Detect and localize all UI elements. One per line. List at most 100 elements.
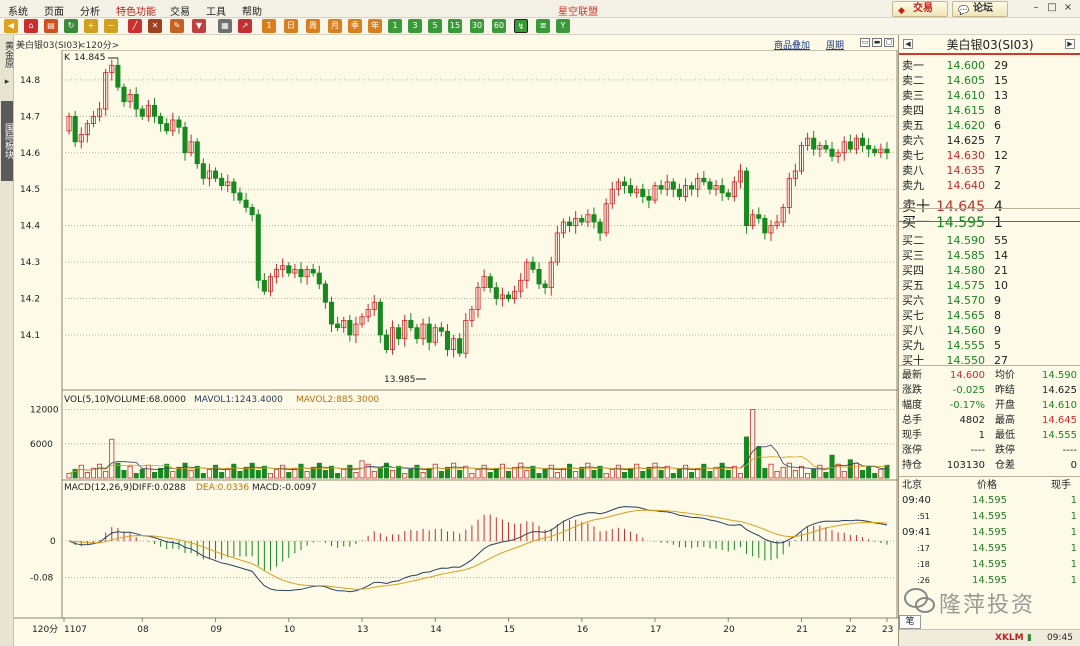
book-label: 买六 bbox=[902, 294, 924, 307]
book-label: 买一 bbox=[902, 215, 930, 231]
macd-legend: MACD(12,26,9) bbox=[64, 483, 132, 493]
book-volume: 12 bbox=[994, 149, 1008, 162]
candle-body bbox=[444, 330, 451, 350]
book-row: 买七 14.565 8 bbox=[899, 308, 1080, 323]
y-tick-label: 14.6 bbox=[20, 149, 40, 159]
candle-body bbox=[121, 86, 127, 103]
candle-body bbox=[530, 261, 536, 270]
volume-bar bbox=[847, 459, 853, 479]
draw-line-icon[interactable]: ╱ bbox=[128, 19, 142, 33]
period-5min-icon[interactable]: 5 bbox=[428, 19, 442, 33]
volume-bar bbox=[634, 463, 640, 479]
delete-icon[interactable]: ✕ bbox=[148, 19, 162, 33]
menu-features[interactable]: 特色功能 bbox=[116, 3, 156, 18]
menu-analysis[interactable]: 分析 bbox=[80, 3, 100, 18]
maximize-icon[interactable]: □ bbox=[1046, 2, 1058, 14]
layout-icon[interactable]: ▭ bbox=[860, 38, 870, 47]
book-label: 卖九 bbox=[902, 179, 924, 192]
stat-label: 开盘 bbox=[995, 400, 1015, 411]
back-icon[interactable]: ◀ bbox=[4, 19, 18, 33]
trade-button[interactable]: ◆ 交易 bbox=[892, 1, 948, 17]
macd-legend-diff: DIFF:0.0288 bbox=[132, 483, 186, 493]
book-price: 14.630 bbox=[946, 149, 986, 162]
period-week-icon[interactable]: 周 bbox=[306, 19, 320, 33]
book-price: 14.600 bbox=[946, 59, 986, 72]
trade-row: 09:40 14.595 1 bbox=[899, 493, 1080, 509]
period-day-icon[interactable]: 日 bbox=[284, 19, 298, 33]
brush-icon[interactable]: ✎ bbox=[170, 19, 184, 33]
book-row: 买九 14.555 5 bbox=[899, 338, 1080, 353]
volume-bar bbox=[408, 468, 414, 479]
close-icon[interactable]: × bbox=[1062, 2, 1074, 14]
period-60min-icon[interactable]: 60 bbox=[492, 19, 506, 33]
split-icon[interactable]: ▬ bbox=[872, 38, 882, 47]
menu-page[interactable]: 页面 bbox=[44, 3, 64, 18]
status-bar: XKLM ▮ 09:45 bbox=[899, 629, 1080, 646]
prev-icon[interactable]: ◀ bbox=[903, 39, 913, 49]
grid-icon[interactable]: ▦ bbox=[218, 19, 232, 33]
home-icon[interactable]: ⌂ bbox=[24, 19, 38, 33]
fullscreen-icon[interactable]: ▢ bbox=[884, 38, 894, 47]
trade-icon: ◆ bbox=[898, 6, 905, 16]
book-label: 买八 bbox=[902, 324, 924, 337]
trade-price: 14.595 bbox=[972, 543, 1007, 554]
x-axis-label: 15 bbox=[504, 625, 515, 635]
period-15min-icon[interactable]: 15 bbox=[448, 19, 462, 33]
stat-label: 均价 bbox=[995, 370, 1015, 381]
signal-icon: ▮ bbox=[1027, 633, 1032, 643]
volume-bar bbox=[66, 473, 72, 479]
book-row: 卖八 14.635 7 bbox=[899, 163, 1080, 178]
candle-body bbox=[347, 319, 353, 336]
menu-system[interactable]: 系统 bbox=[8, 3, 28, 18]
expand-icon[interactable]: ▸ bbox=[1, 77, 13, 88]
period-30min-icon[interactable]: 30 bbox=[470, 19, 484, 33]
book-label: 卖八 bbox=[902, 164, 924, 177]
minimize-icon[interactable]: – bbox=[1030, 2, 1042, 14]
quote-icon[interactable]: ▤ bbox=[44, 19, 58, 33]
book-row: 买六 14.570 9 bbox=[899, 293, 1080, 308]
candle-body bbox=[249, 207, 255, 216]
book-label: 买九 bbox=[902, 339, 924, 352]
menu-tools[interactable]: 工具 bbox=[206, 3, 226, 18]
period-1min-icon[interactable]: 1 bbox=[388, 19, 402, 33]
candle-body bbox=[829, 148, 835, 157]
stat-value: 4802 bbox=[959, 415, 985, 426]
forum-button[interactable]: 💬 论坛 bbox=[952, 1, 1008, 17]
book-price: 14.580 bbox=[946, 264, 986, 277]
bottom-tab[interactable]: 笔 bbox=[899, 615, 921, 629]
volume-bar bbox=[756, 446, 762, 479]
candle-body bbox=[200, 163, 206, 179]
y-tick-label: 14.7 bbox=[20, 112, 40, 122]
period-season-icon[interactable]: 季 bbox=[348, 19, 362, 33]
filter-icon[interactable]: ▼ bbox=[192, 19, 206, 33]
period-1m-icon[interactable]: 1 bbox=[262, 19, 276, 33]
volume-bar bbox=[390, 469, 396, 479]
menu-help[interactable]: 帮助 bbox=[242, 3, 262, 18]
book-label: 卖七 bbox=[902, 149, 924, 162]
chart-icon[interactable]: ↗ bbox=[238, 19, 252, 33]
period-custom-icon[interactable]: Y bbox=[556, 19, 570, 33]
refresh-icon[interactable]: ↻ bbox=[64, 19, 78, 33]
period-240min-icon[interactable]: ≣ bbox=[536, 19, 550, 33]
tab-gold[interactable]: 黄金原 bbox=[1, 41, 13, 68]
quote-title: 美白银03(SI03) bbox=[899, 35, 1080, 55]
candle-body bbox=[438, 327, 444, 332]
menu-trade[interactable]: 交易 bbox=[170, 3, 190, 18]
candle-body bbox=[701, 177, 707, 183]
book-price: 14.565 bbox=[946, 309, 986, 322]
period-year-icon[interactable]: 年 bbox=[368, 19, 382, 33]
period-month-icon[interactable]: 月 bbox=[328, 19, 342, 33]
period-3min-icon[interactable]: 3 bbox=[408, 19, 422, 33]
zoom-in-icon[interactable]: + bbox=[84, 19, 98, 33]
next-icon[interactable]: ▶ bbox=[1065, 39, 1075, 49]
zoom-out-icon[interactable]: − bbox=[104, 19, 118, 33]
candle-body bbox=[182, 126, 188, 154]
stat-label: 持仓 bbox=[902, 460, 922, 471]
volume-bar bbox=[432, 463, 438, 479]
book-price: 14.615 bbox=[946, 104, 986, 117]
period-120min-icon[interactable]: ↯ bbox=[514, 19, 528, 33]
volume-bar bbox=[298, 463, 304, 479]
volume-bar bbox=[457, 469, 463, 479]
tab-international[interactable]: 国际板块 bbox=[1, 101, 13, 181]
candle-body bbox=[194, 141, 200, 165]
